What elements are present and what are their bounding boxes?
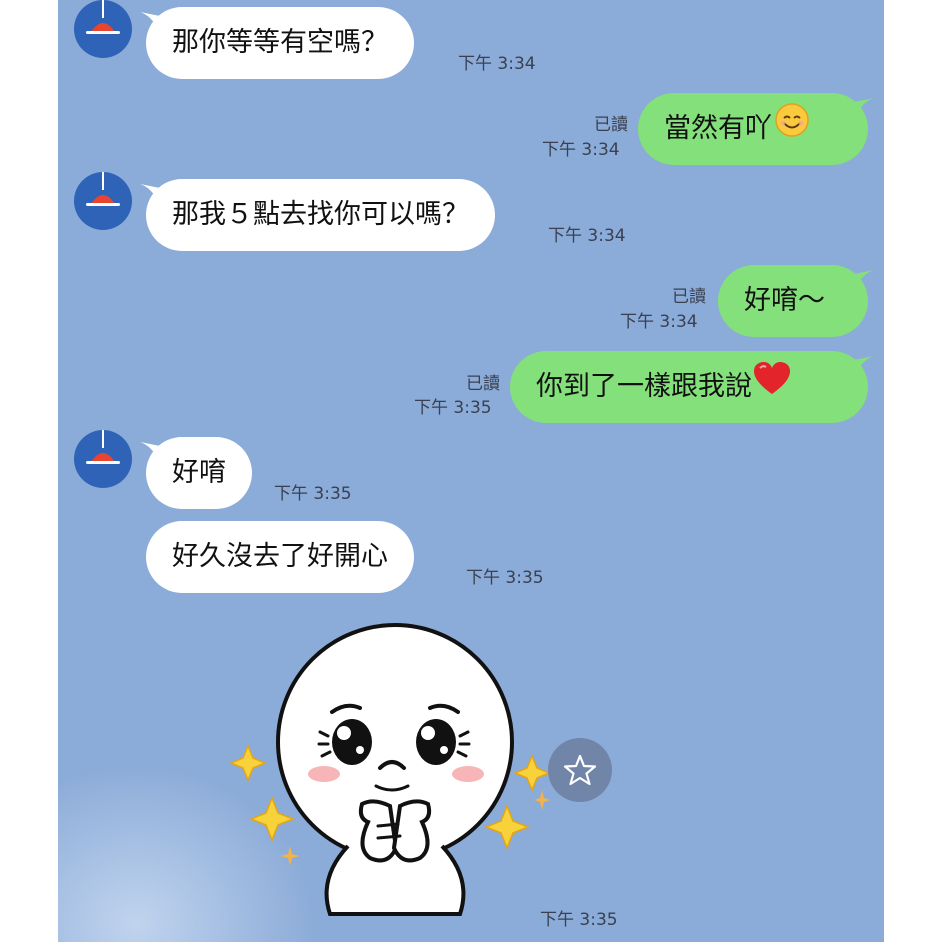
message-bubble[interactable]: 好唷～ <box>718 265 868 337</box>
message-bubble[interactable]: 當然有吖 <box>638 93 868 165</box>
message-time: 下午 3:35 <box>274 484 352 504</box>
message-bubble[interactable]: 好久沒去了好開心 <box>146 521 414 593</box>
message-text: 那你等等有空嗎？ <box>172 27 388 58</box>
message-time: 下午 3:35 <box>466 568 544 588</box>
message-text: 你到了一樣跟我說 <box>536 371 752 402</box>
read-receipt: 已讀 <box>466 374 500 394</box>
bubble-tail <box>854 270 874 288</box>
smile-emoji <box>774 94 810 166</box>
message-time: 下午 3:34 <box>620 312 698 332</box>
message-time: 下午 3:34 <box>548 226 626 246</box>
message-text: 好唷～ <box>744 285 825 316</box>
lamp-avatar-icon <box>86 430 120 464</box>
message-text: 好唷 <box>172 457 226 488</box>
avatar[interactable] <box>74 172 132 230</box>
avatar[interactable] <box>74 0 132 58</box>
message-bubble[interactable]: 你到了一樣跟我說 <box>510 351 868 423</box>
read-receipt: 已讀 <box>594 115 628 135</box>
message-bubble[interactable]: 那我５點去找你可以嗎？ <box>146 179 495 251</box>
heart-emoji <box>754 352 790 424</box>
chat-area[interactable]: 那你等等有空嗎？ 下午 3:34 已讀 下午 3:34 當然有吖 那我５點去找你… <box>58 0 884 942</box>
bubble-tail <box>854 98 874 116</box>
message-bubble[interactable]: 好唷 <box>146 437 252 509</box>
message-bubble[interactable]: 那你等等有空嗎？ <box>146 7 414 79</box>
message-time: 下午 3:34 <box>542 140 620 160</box>
message-text: 好久沒去了好開心 <box>172 541 388 572</box>
hopeful-moon-sticker[interactable] <box>220 618 551 918</box>
message-text: 當然有吖 <box>664 113 772 144</box>
read-receipt: 已讀 <box>672 287 706 307</box>
bubble-tail <box>854 356 874 374</box>
message-text: 那我５點去找你可以嗎？ <box>172 199 469 230</box>
message-time: 下午 3:35 <box>540 910 618 930</box>
message-time: 下午 3:35 <box>414 398 492 418</box>
lamp-avatar-icon <box>86 0 120 34</box>
avatar[interactable] <box>74 430 132 488</box>
star-icon <box>563 754 597 786</box>
lamp-avatar-icon <box>86 172 120 206</box>
message-time: 下午 3:34 <box>458 54 536 74</box>
favorite-sticker-button[interactable] <box>548 738 612 802</box>
